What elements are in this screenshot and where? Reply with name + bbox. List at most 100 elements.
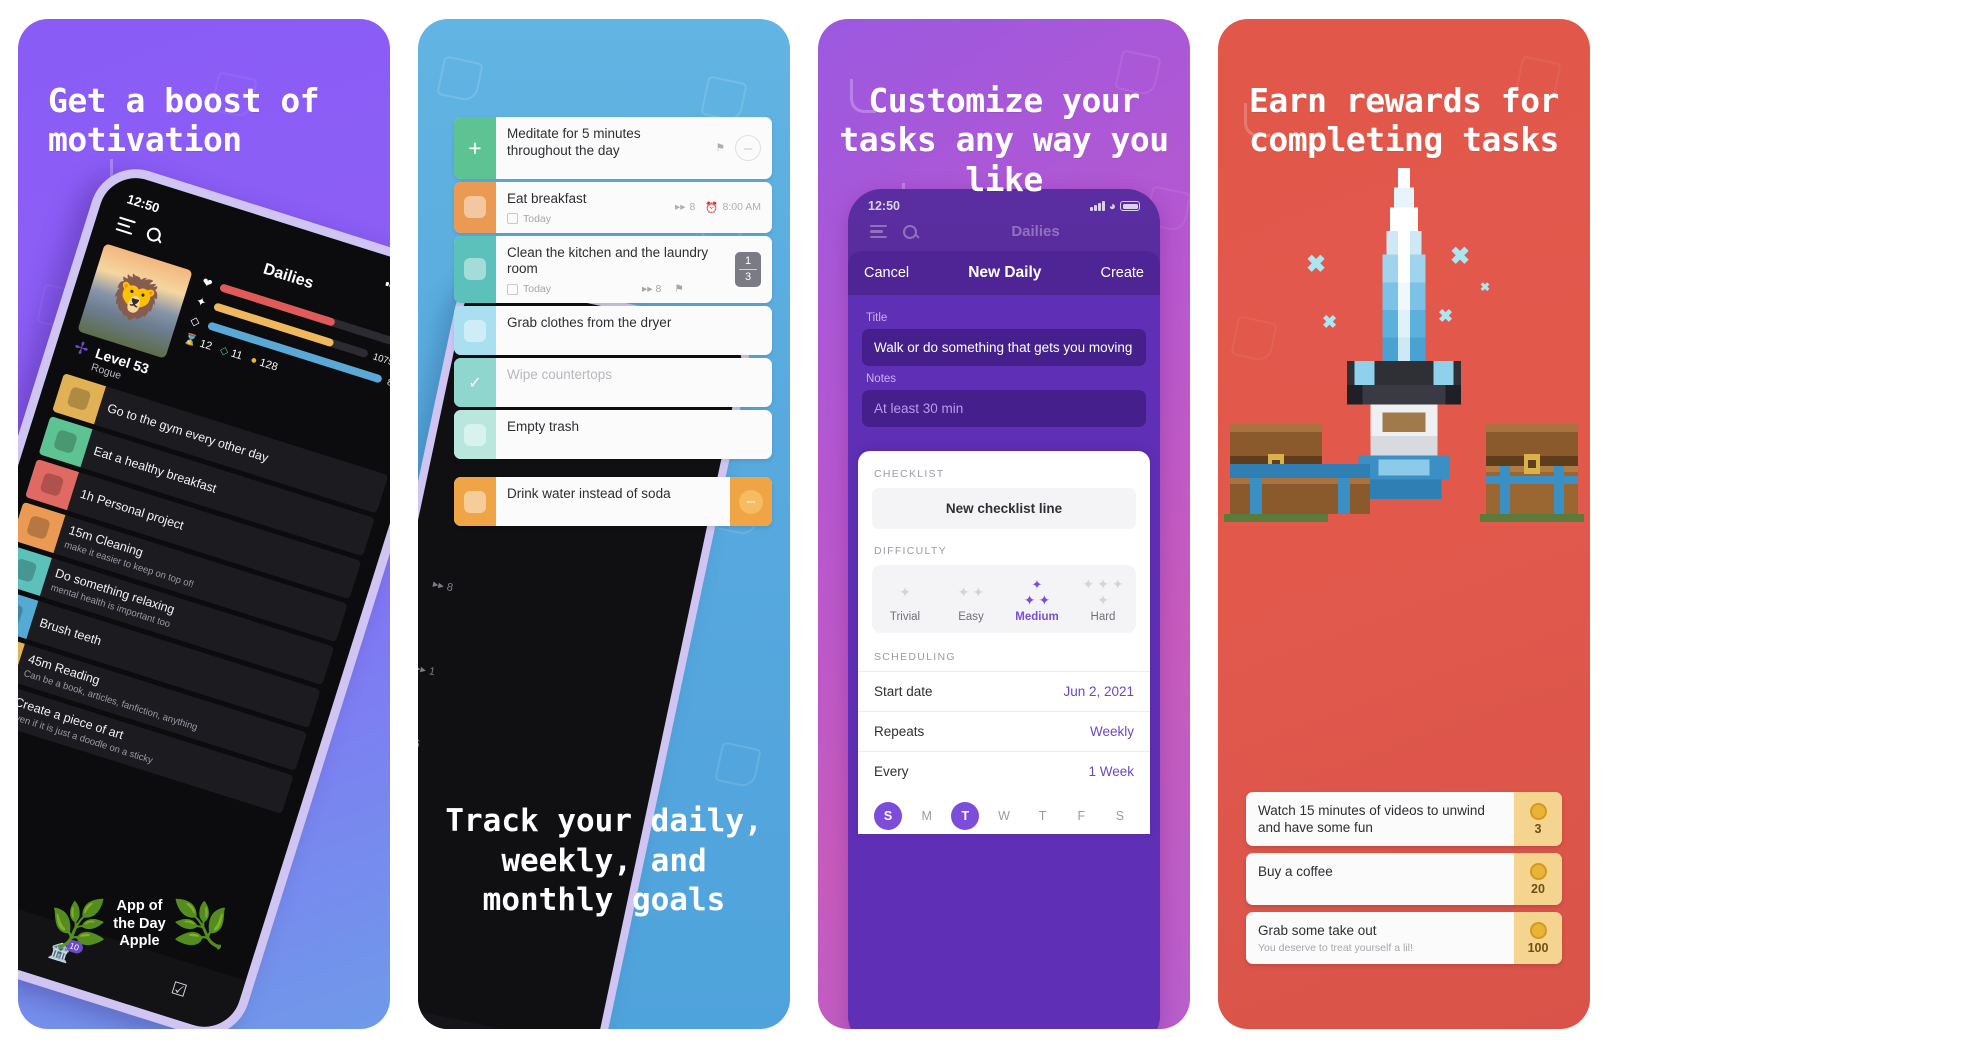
gem-icon: ◇ xyxy=(218,344,231,359)
difficulty-option-trivial[interactable]: ✦ Trivial xyxy=(872,577,938,623)
difficulty-label: Trivial xyxy=(889,611,921,623)
ghost-row-2: ▸▸ 1 xyxy=(418,662,437,679)
treasure-chest-front-icon xyxy=(1230,464,1370,514)
tab-check[interactable]: ☑ xyxy=(169,978,189,1002)
reward-cost[interactable]: 3 xyxy=(1514,792,1562,846)
cellular-signal-icon xyxy=(385,276,390,290)
day-toggle-monday[interactable]: M xyxy=(913,802,941,830)
sparkle-icon: ✖ xyxy=(1480,280,1491,294)
reward-notes: You deserve to treat yourself a lil! xyxy=(1258,942,1413,954)
task-checkbox[interactable] xyxy=(454,306,496,356)
minus-icon[interactable]: – xyxy=(735,135,761,161)
scheduling-row-every[interactable]: Every 1 Week xyxy=(858,751,1150,791)
row-label: Repeats xyxy=(874,724,925,739)
cancel-button[interactable]: Cancel xyxy=(864,265,909,281)
day-toggle-friday[interactable]: F xyxy=(1067,802,1095,830)
day-toggle-thursday[interactable]: T xyxy=(1029,802,1057,830)
reward-card-videos[interactable]: Watch 15 minutes of videos to unwind and… xyxy=(1246,792,1562,846)
search-icon[interactable] xyxy=(145,225,163,244)
day-toggle-saturday[interactable]: S xyxy=(1106,802,1134,830)
ghost-row-3: ▸▸ 6 xyxy=(418,737,421,751)
difficulty-option-medium[interactable]: ✦ ✦ ✦ Medium xyxy=(1004,576,1070,624)
task-card-countertops[interactable]: ✓ Wipe countertops xyxy=(454,358,772,408)
app-of-the-day-award: 🌿 App of the Day Apple 🌿 xyxy=(50,898,229,951)
gallery-panel-tracking: ▸▸ 8 ▸▸ 1 ▸▸ 6 ◫ ☰4 + Meditate for 5 min… xyxy=(418,19,790,1029)
hourglass-stat: ⌛ 12 xyxy=(182,332,214,353)
day-of-week-selector: S M T W T F S xyxy=(858,791,1150,834)
task-title: Wipe countertops xyxy=(507,367,613,383)
task-checkbox-checked[interactable]: ✓ xyxy=(454,358,496,408)
sparkle-icon: ✦ ✦ xyxy=(957,584,985,600)
reward-title: Buy a coffee xyxy=(1258,864,1333,879)
reward-card-takeout[interactable]: Grab some take out You deserve to treat … xyxy=(1246,912,1562,964)
day-toggle-tuesday[interactable]: T xyxy=(951,802,980,830)
scheduling-row-start-date[interactable]: Start date Jun 2, 2021 xyxy=(858,671,1150,711)
task-checkbox[interactable] xyxy=(454,477,496,527)
task-card-breakfast[interactable]: Eat breakfast Today ▸▸ 8 ⏰ 8:00 AM xyxy=(454,182,772,233)
task-decrement-button[interactable]: – xyxy=(730,477,772,527)
difficulty-label: Hard xyxy=(1090,611,1116,623)
task-due: Today xyxy=(523,283,552,296)
panel-headline: Get a boost of motivation xyxy=(48,81,320,160)
screenshot-gallery: Get a boost of motivation 12:50 ◕ Dailie… xyxy=(0,0,1986,1048)
task-card-clean-kitchen[interactable]: Clean the kitchen and the laundry room T… xyxy=(454,235,772,304)
checklist-counter: 13 xyxy=(735,251,761,288)
row-label: Start date xyxy=(874,684,933,699)
create-button[interactable]: Create xyxy=(1100,265,1144,281)
task-card-trash[interactable]: Empty trash xyxy=(454,410,772,460)
reward-cost[interactable]: 20 xyxy=(1514,853,1562,905)
title-field[interactable]: Walk or do something that gets you movin… xyxy=(862,329,1146,366)
panel-headline: Track your daily, weekly, and monthly go… xyxy=(445,802,763,919)
task-title: Eat breakfast xyxy=(507,191,587,206)
hamburger-icon[interactable] xyxy=(115,216,136,235)
task-add-button[interactable]: + xyxy=(454,117,496,179)
bottom-tab-bar: ◫ ☰4 xyxy=(418,990,596,1029)
difficulty-selector: ✦ Trivial ✦✦ Easy ✦✦✦ Medium ✦✦✦✦ xyxy=(872,565,1136,633)
task-checkbox[interactable] xyxy=(454,235,496,304)
gem-value: 11 xyxy=(229,347,244,363)
difficulty-option-hard[interactable]: ✦ ✦ ✦ ✦ Hard xyxy=(1070,577,1136,623)
scheduling-row-repeats[interactable]: Repeats Weekly xyxy=(858,711,1150,751)
day-toggle-wednesday[interactable]: W xyxy=(990,802,1018,830)
notes-field[interactable]: At least 30 min xyxy=(862,390,1146,427)
reminder-indicator: ⏰ 8:00 AM xyxy=(705,201,761,214)
gold-coin-icon xyxy=(1529,862,1547,880)
gold-coin-icon xyxy=(1529,802,1547,820)
reward-cost-value: 3 xyxy=(1534,821,1542,836)
new-daily-modal: Cancel New Daily Create Title Walk or do… xyxy=(848,251,1160,1029)
new-checklist-line-button[interactable]: New checklist line xyxy=(872,488,1136,529)
status-time: 12:50 xyxy=(868,199,900,213)
reward-list: Watch 15 minutes of videos to unwind and… xyxy=(1246,792,1562,971)
modal-sheet: CHECKLIST New checklist line DIFFICULTY … xyxy=(858,451,1150,834)
task-card-list: + Meditate for 5 minutes throughout the … xyxy=(454,117,772,529)
ghost-row-1: ▸▸ 8 xyxy=(431,578,455,595)
row-value: Weekly xyxy=(1089,724,1134,739)
sparkle-icon: ✦ ✦ ✦ xyxy=(1023,576,1051,608)
checklist-section-label: CHECKLIST xyxy=(874,468,945,480)
task-checkbox[interactable] xyxy=(454,410,496,460)
difficulty-section-label: DIFFICULTY xyxy=(874,545,947,557)
avatar[interactable]: 🦁 xyxy=(77,243,193,359)
task-due: Today xyxy=(523,212,552,225)
streak-indicator: ▸▸ 8 xyxy=(675,201,696,214)
wifi-icon: ◕ xyxy=(1108,199,1116,213)
streak-indicator: ▸▸ 8 xyxy=(642,283,662,296)
heart-icon: ❤ xyxy=(200,274,215,292)
modal-title: New Daily xyxy=(968,264,1042,281)
task-checkbox[interactable] xyxy=(454,182,496,233)
reward-cost[interactable]: 100 xyxy=(1514,912,1562,964)
gem-stat: ◇ 11 xyxy=(218,343,244,362)
reward-card-coffee[interactable]: Buy a coffee 20 xyxy=(1246,853,1562,905)
difficulty-option-easy[interactable]: ✦ ✦ Easy xyxy=(938,577,1004,623)
row-value: 1 Week xyxy=(1088,764,1134,779)
status-time: 12:50 xyxy=(125,191,162,216)
hamburger-icon xyxy=(870,224,887,239)
day-toggle-sunday[interactable]: S xyxy=(874,802,902,830)
task-card-meditate[interactable]: + Meditate for 5 minutes throughout the … xyxy=(454,117,772,179)
task-card-dryer[interactable]: Grab clothes from the dryer xyxy=(454,306,772,356)
background-nav: Dailies xyxy=(848,213,1160,250)
task-card-drink-water[interactable]: Drink water instead of soda – xyxy=(454,477,772,527)
gold-value: 128 xyxy=(258,356,280,374)
sparkle-icon: ✖ xyxy=(1322,312,1338,332)
pixel-art-scene: ✖ ✖ ✖ ✖ ✖ xyxy=(1218,164,1590,684)
